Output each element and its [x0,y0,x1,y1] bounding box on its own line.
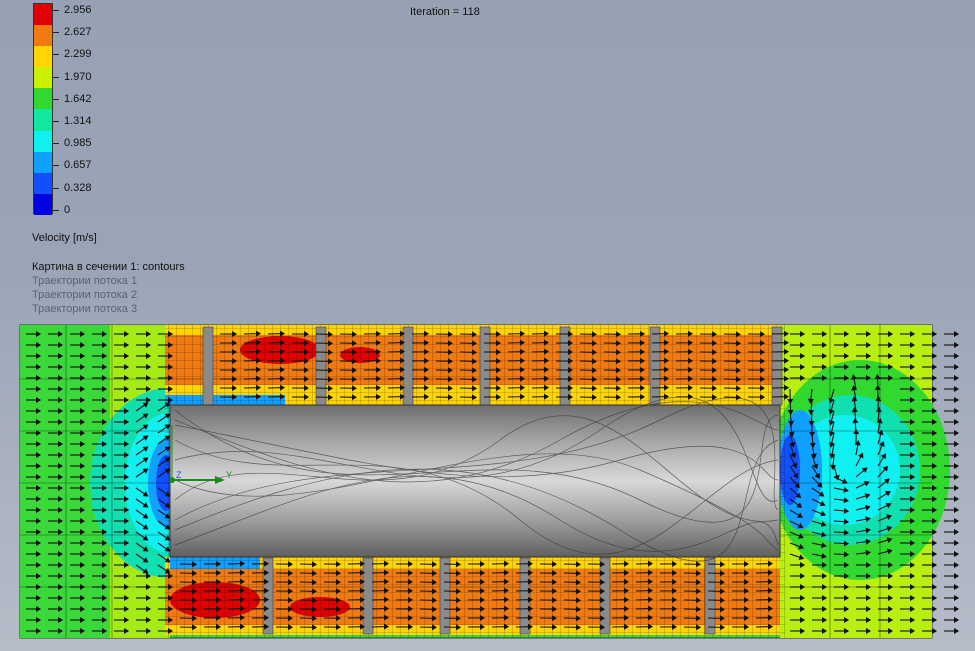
legend-tick-label: 0.328 [64,181,92,194]
velocity-arrowhead [954,385,960,393]
legend-tick-label: 2.627 [64,26,92,39]
color-segment [34,4,52,26]
legend-tick-mark [53,121,59,122]
velocity-arrowhead [932,583,938,591]
legend-tick-mark [53,98,59,100]
legend-tick-label: 1.970 [64,70,92,83]
velocity-arrowhead [954,583,960,591]
velocity-arrowhead [954,517,960,525]
velocity-arrowhead [954,627,960,635]
legend-tick-mark [53,32,59,34]
color-segment [34,109,52,131]
legend-tick-mark [53,76,59,78]
velocity-arrowhead [954,484,960,492]
legend-tick-label: 0.985 [64,137,92,150]
cylinder-body [169,404,781,558]
velocity-arrowhead [932,594,938,602]
legend-tick-label: 0 [64,203,71,216]
section-plot-label: Картина в сечении 1: contours [32,261,185,273]
velocity-arrowhead [932,352,938,360]
velocity-arrowhead [932,605,938,613]
trajectory-label-1: Траектории потока 1 [32,275,138,287]
velocity-arrowhead [954,616,960,624]
velocity-arrowhead [954,418,960,426]
trajectory-label-3: Траектории потока 3 [32,303,138,315]
legend-tick-mark [53,10,59,11]
velocity-arrowhead [932,550,938,558]
legend-tick-label: 2.956 [64,4,92,16]
legend-tick-label: 1.314 [64,115,92,127]
velocity-arrowhead [932,528,938,536]
color-segment [34,130,52,152]
velocity-arrowhead [954,572,960,580]
velocity-arrowhead [954,429,960,437]
axis-label-y: Y [226,470,232,480]
velocity-arrowhead [954,407,960,415]
velocity-arrowhead [932,363,938,371]
color-segment [34,172,52,194]
velocity-arrowhead [954,352,960,360]
velocity-arrowhead [954,594,960,602]
velocity-arrowhead [932,561,938,569]
legend-tick-mark [53,187,59,189]
velocity-arrowhead [954,374,960,382]
color-segment [34,193,52,215]
iteration-counter: Iteration = 118 [410,6,480,18]
velocity-arrowhead [954,330,960,338]
velocity-arrowhead [932,572,938,580]
legend-tick-mark [53,165,59,167]
color-scale-bar [33,3,53,215]
velocity-arrowhead [954,550,960,558]
legend-tick-label: 1.642 [64,92,92,105]
legend-tick-mark [53,54,59,56]
velocity-arrowhead [954,396,960,404]
velocity-arrowhead [954,462,960,470]
color-segment [34,151,52,173]
axis-label-z: Z [176,470,182,480]
velocity-arrowhead [932,627,938,635]
velocity-arrowhead [954,451,960,459]
velocity-arrowhead [954,473,960,481]
velocity-arrowhead [954,528,960,536]
velocity-arrowhead [954,506,960,514]
legend-tick-label: 2.299 [64,48,92,61]
velocity-arrowhead [954,440,960,448]
legend-tick-mark [53,209,59,211]
color-segment [34,25,52,47]
color-segment [34,88,52,110]
velocity-arrowhead [932,616,938,624]
velocity-arrowhead [954,495,960,503]
velocity-arrowhead [932,396,938,404]
flow-domain-view: Z Y [19,324,960,639]
velocity-arrowhead [932,341,938,349]
trajectory-label-2: Траектории потока 2 [32,289,138,301]
velocity-arrowhead [954,561,960,569]
legend-tick-label: 0.657 [64,159,92,172]
velocity-arrowhead [932,330,938,338]
legend-title: Velocity [m/s] [32,232,97,244]
legend-tick-mark [53,143,59,145]
velocity-arrowhead [954,605,960,613]
color-segment [34,67,52,89]
velocity-arrowhead [932,539,938,547]
velocity-arrowhead [954,341,960,349]
velocity-arrowhead [932,385,938,393]
velocity-arrowhead [954,539,960,547]
velocity-arrowhead [932,374,938,382]
color-segment [34,46,52,68]
velocity-arrowhead [954,363,960,371]
